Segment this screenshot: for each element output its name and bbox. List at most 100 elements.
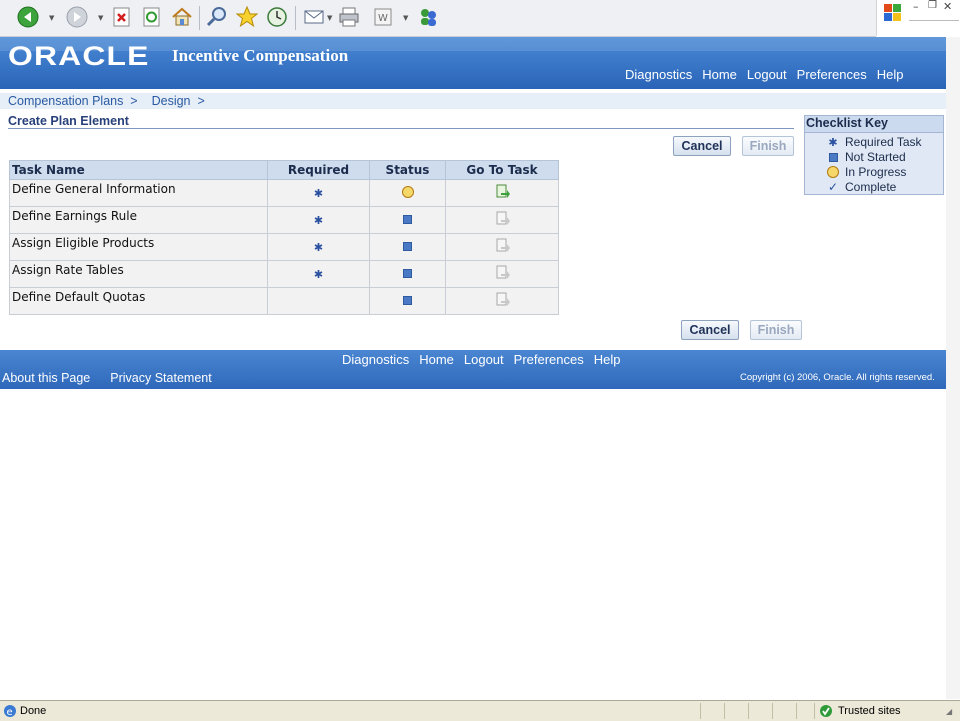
edit-dropdown-icon[interactable]: ▼ bbox=[403, 14, 409, 22]
mail-icon[interactable] bbox=[302, 5, 326, 29]
col-status: Status bbox=[369, 160, 446, 180]
global-link-logout[interactable]: Logout bbox=[747, 67, 787, 82]
footer-link-logout[interactable]: Logout bbox=[464, 352, 504, 367]
search-icon[interactable] bbox=[205, 5, 229, 29]
table-row: Define General Information ✱ bbox=[9, 179, 559, 207]
global-link-preferences[interactable]: Preferences bbox=[797, 67, 867, 82]
breadcrumb-design[interactable]: Design > bbox=[152, 94, 205, 108]
task-name: Define General Information bbox=[9, 179, 268, 207]
checklist-label: In Progress bbox=[845, 165, 907, 179]
col-task-name: Task Name bbox=[9, 160, 268, 180]
cancel-button-bottom[interactable]: Cancel bbox=[681, 320, 739, 340]
go-to-task-icon bbox=[496, 265, 510, 279]
mail-dropdown-icon[interactable]: ▼ bbox=[327, 14, 333, 22]
finish-button-bottom[interactable]: Finish bbox=[750, 320, 802, 340]
checklist-item: ✱ Required Task bbox=[827, 135, 922, 149]
messenger-icon[interactable] bbox=[416, 5, 440, 29]
minimize-icon[interactable]: – bbox=[913, 0, 919, 13]
required-star-icon: ✱ bbox=[313, 268, 324, 281]
go-to-task-icon[interactable] bbox=[496, 184, 510, 198]
task-name: Define Default Quotas bbox=[9, 287, 268, 315]
browser-toolbar: ▼ ▼ ▼ W ▼ bbox=[0, 0, 876, 37]
oracle-logo: ORACLE bbox=[8, 41, 150, 71]
table-row: Assign Rate Tables ✱ bbox=[9, 260, 559, 288]
task-name: Define Earnings Rule bbox=[9, 206, 268, 234]
status-cell bbox=[748, 703, 749, 719]
go-to-task-icon bbox=[496, 211, 510, 225]
app-title: Incentive Compensation bbox=[172, 46, 349, 65]
svg-text:e: e bbox=[7, 707, 13, 718]
breadcrumb-compensation-plans[interactable]: Compensation Plans > bbox=[8, 94, 138, 108]
global-link-diagnostics[interactable]: Diagnostics bbox=[625, 67, 692, 82]
checklist-item: ✓ Complete bbox=[827, 180, 896, 194]
checklist-item: Not Started bbox=[827, 150, 906, 164]
print-icon[interactable] bbox=[337, 5, 361, 29]
go-to-task-icon bbox=[496, 238, 510, 252]
required-star-icon: ✱ bbox=[313, 214, 324, 227]
status-cell bbox=[796, 703, 797, 719]
toolbar-separator bbox=[295, 6, 296, 30]
global-links: Diagnostics Home Logout Preferences Help bbox=[625, 67, 904, 82]
back-dropdown-icon[interactable]: ▼ bbox=[49, 14, 55, 22]
cancel-button[interactable]: Cancel bbox=[673, 136, 731, 156]
home-icon[interactable] bbox=[170, 5, 194, 29]
forward-dropdown-icon[interactable]: ▼ bbox=[98, 14, 104, 22]
edit-icon[interactable]: W bbox=[371, 5, 395, 29]
page-done-icon: e bbox=[3, 704, 17, 721]
required-empty bbox=[267, 287, 370, 315]
finish-button[interactable]: Finish bbox=[742, 136, 794, 156]
in-progress-icon bbox=[401, 185, 414, 198]
footer-links: Diagnostics Home Logout Preferences Help bbox=[342, 352, 621, 367]
not-started-icon bbox=[403, 296, 412, 305]
task-name: Assign Rate Tables bbox=[9, 260, 268, 288]
history-icon[interactable] bbox=[265, 5, 289, 29]
title-divider bbox=[8, 128, 794, 129]
stop-icon[interactable] bbox=[110, 5, 134, 29]
not-started-icon bbox=[403, 215, 412, 224]
col-go-to-task: Go To Task bbox=[445, 160, 559, 180]
refresh-icon[interactable] bbox=[140, 5, 164, 29]
footer-secondary-links: About this Page Privacy Statement bbox=[2, 371, 212, 385]
footer-link-preferences[interactable]: Preferences bbox=[514, 352, 584, 367]
checklist-item: In Progress bbox=[827, 165, 906, 179]
table-row: Define Earnings Rule ✱ bbox=[9, 206, 559, 234]
scrollbar[interactable] bbox=[946, 37, 960, 699]
privacy-statement-link[interactable]: Privacy Statement bbox=[110, 371, 211, 385]
status-cell bbox=[700, 703, 701, 719]
col-required: Required bbox=[267, 160, 370, 180]
checklist-label: Required Task bbox=[845, 135, 922, 149]
zone-text: Trusted sites bbox=[838, 705, 901, 717]
global-link-home[interactable]: Home bbox=[702, 67, 737, 82]
checklist-label: Complete bbox=[845, 180, 897, 194]
complete-check-icon: ✓ bbox=[827, 180, 839, 194]
back-icon[interactable] bbox=[16, 5, 40, 29]
in-progress-icon bbox=[827, 166, 839, 178]
table-row: Assign Eligible Products ✱ bbox=[9, 233, 559, 261]
status-text: Done bbox=[20, 705, 47, 717]
footer-link-help[interactable]: Help bbox=[594, 352, 621, 367]
about-page-link[interactable]: About this Page bbox=[2, 371, 90, 385]
divider bbox=[909, 20, 959, 21]
table-header-row: Task Name Required Status Go To Task bbox=[9, 160, 559, 180]
table-row: Define Default Quotas bbox=[9, 287, 559, 315]
forward-icon[interactable] bbox=[65, 5, 89, 29]
resize-grip-icon[interactable]: ◢ bbox=[946, 707, 952, 716]
global-link-help[interactable]: Help bbox=[877, 67, 904, 82]
not-started-icon bbox=[403, 242, 412, 251]
required-star-icon: ✱ bbox=[313, 187, 324, 200]
task-table: Task Name Required Status Go To Task Def… bbox=[9, 160, 559, 315]
toolbar-separator bbox=[199, 6, 200, 30]
footer-link-diagnostics[interactable]: Diagnostics bbox=[342, 352, 409, 367]
status-cell bbox=[772, 703, 773, 719]
footer-link-home[interactable]: Home bbox=[419, 352, 454, 367]
restore-icon[interactable]: ❐ bbox=[928, 0, 937, 11]
favorites-icon[interactable] bbox=[235, 5, 259, 29]
checklist-label: Not Started bbox=[845, 150, 906, 164]
checklist-key-title: Checklist Key bbox=[805, 116, 943, 133]
status-cell bbox=[724, 703, 725, 719]
page-title: Create Plan Element bbox=[8, 114, 129, 128]
close-icon[interactable]: ✕ bbox=[943, 0, 952, 13]
not-started-icon bbox=[828, 152, 838, 162]
required-star-icon: ✱ bbox=[828, 136, 838, 149]
not-started-icon bbox=[403, 269, 412, 278]
